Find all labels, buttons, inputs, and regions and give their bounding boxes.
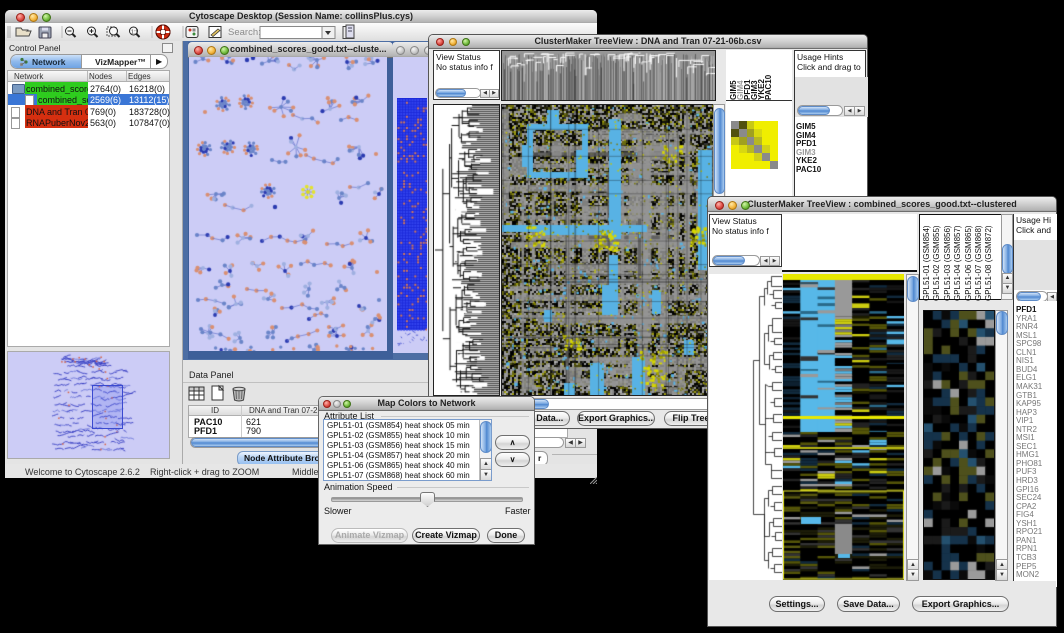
svg-text:Search:: Search: <box>228 27 261 38</box>
svg-text:1:1: 1:1 <box>131 30 138 36</box>
